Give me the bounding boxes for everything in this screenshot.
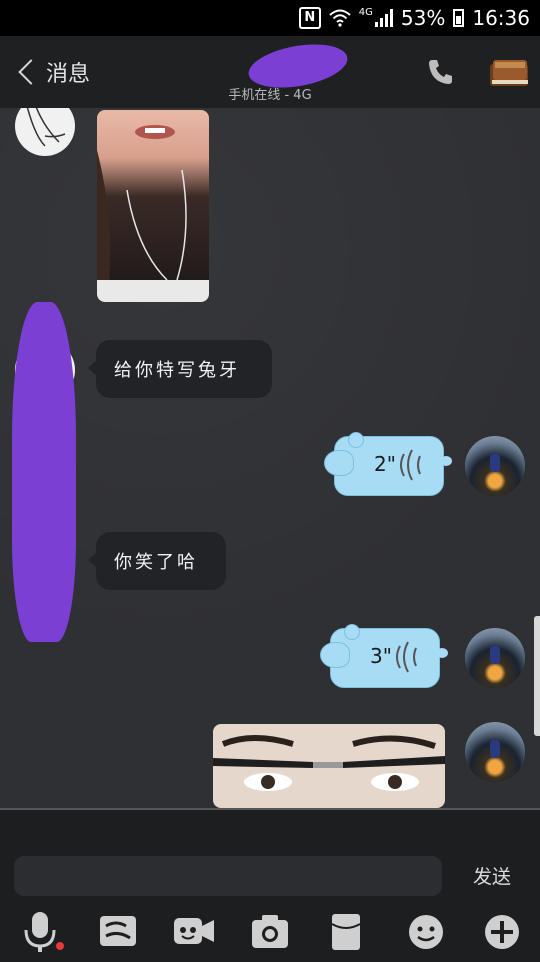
- message-text: 你笑了哈: [114, 552, 198, 573]
- contact-avatar[interactable]: [15, 108, 75, 156]
- input-area: 发送: [0, 808, 540, 962]
- voice-message[interactable]: 2": [324, 432, 452, 498]
- video-icon[interactable]: [172, 910, 216, 954]
- voice-message[interactable]: 3": [320, 624, 448, 690]
- camera-icon[interactable]: [248, 910, 292, 954]
- chevron-left-icon: [18, 59, 44, 85]
- sketch-avatar-icon: [26, 108, 66, 147]
- voice-duration: 3": [370, 644, 392, 668]
- message-text: 给你特写兔牙: [114, 360, 240, 381]
- scroll-handle[interactable]: [534, 616, 540, 736]
- chat-area[interactable]: 给你特写兔牙 2" 你笑了哈 3": [0, 108, 540, 808]
- wifi-icon: [329, 9, 351, 27]
- text-message[interactable]: 你笑了哈: [88, 532, 226, 590]
- text-message[interactable]: 给你特写兔牙: [88, 340, 272, 398]
- profile-book-icon[interactable]: [486, 56, 532, 90]
- sent-photo[interactable]: [213, 724, 445, 808]
- clock: 16:36: [472, 6, 530, 30]
- emoji-icon[interactable]: [404, 910, 448, 954]
- network-type: 4G: [358, 6, 373, 18]
- battery-percent: 53%: [400, 6, 446, 30]
- sound-wave-icon: [396, 641, 417, 673]
- battery-icon: [453, 9, 465, 27]
- plus-icon[interactable]: [480, 910, 524, 954]
- toolbar: [0, 910, 540, 960]
- red-packet-icon[interactable]: [324, 910, 368, 954]
- redaction-mark: [12, 302, 76, 642]
- title-bar: 消息 手机在线 - 4G: [0, 36, 540, 109]
- signal-icon: [374, 9, 393, 27]
- voice-duration: 2": [374, 452, 396, 476]
- received-photo[interactable]: [97, 110, 209, 302]
- sound-wave-icon: [400, 449, 421, 481]
- microphone-icon[interactable]: [20, 910, 64, 954]
- nfc-icon: N: [298, 7, 321, 29]
- my-avatar[interactable]: [465, 436, 525, 496]
- doodle-icon[interactable]: [96, 910, 140, 954]
- status-bar: N 4G 53% 16:36: [0, 0, 540, 36]
- phone-icon[interactable]: [424, 56, 456, 88]
- my-avatar[interactable]: [465, 628, 525, 688]
- my-avatar[interactable]: [465, 722, 525, 782]
- message-input[interactable]: [14, 856, 442, 896]
- send-button[interactable]: 发送: [460, 862, 524, 892]
